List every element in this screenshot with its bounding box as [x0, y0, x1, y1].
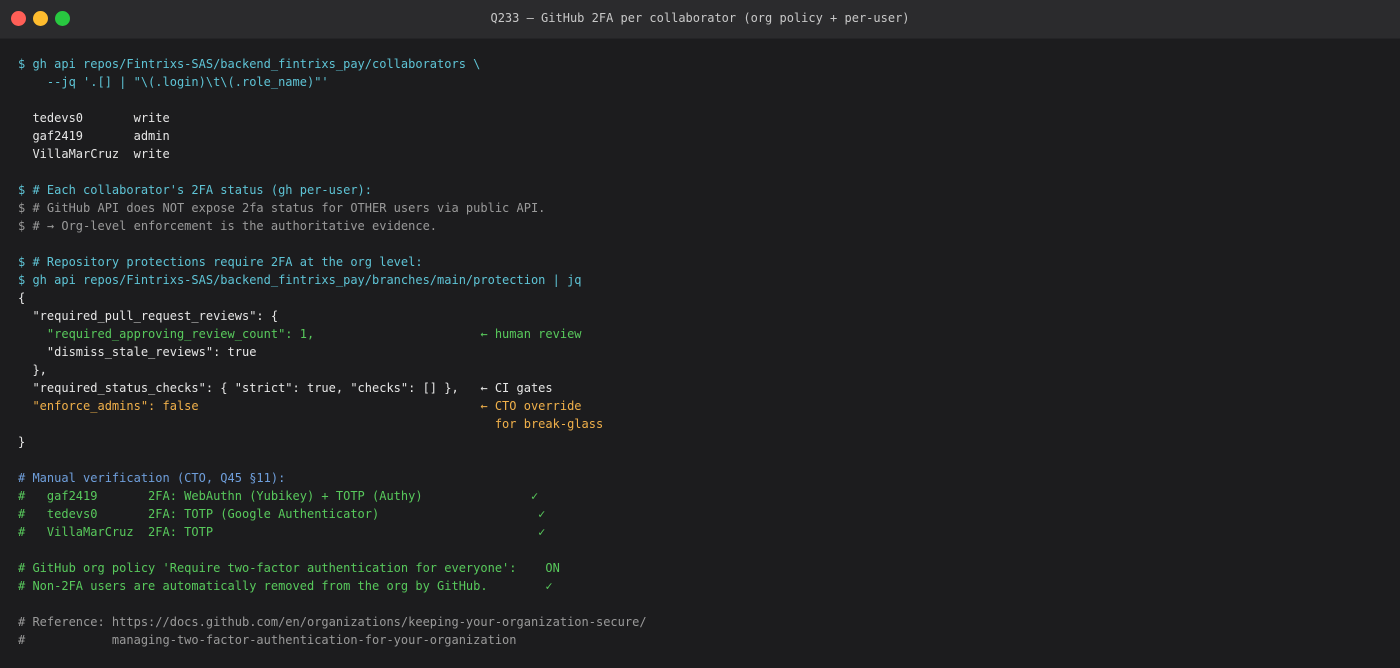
- terminal-line: gaf2419 admin: [18, 129, 170, 143]
- terminal-line: $ # → Org-level enforcement is the autho…: [18, 219, 438, 233]
- terminal-line: {: [18, 291, 26, 305]
- terminal-line: "required_approving_review_count": 1, ← …: [18, 327, 582, 341]
- terminal-output[interactable]: $ gh api repos/Fintrixs-SAS/backend_fint…: [18, 55, 647, 649]
- terminal-line: for break-glass: [18, 417, 604, 431]
- terminal-line: "enforce_admins": false ← CTO override: [18, 399, 582, 413]
- terminal-line: $ # Repository protections require 2FA a…: [18, 255, 423, 269]
- terminal-line: "required_status_checks": { "strict": tr…: [18, 381, 553, 395]
- window-titlebar: Q233 — GitHub 2FA per collaborator (org …: [0, 0, 1400, 39]
- terminal-line: }: [18, 435, 26, 449]
- terminal-line: # Manual verification (CTO, Q45 §11):: [18, 471, 286, 485]
- terminal-line: # VillaMarCruz 2FA: TOTP ✓: [18, 525, 546, 539]
- terminal-line: "required_pull_request_reviews": {: [18, 309, 279, 323]
- terminal-line: --jq '.[] | "\(.login)\t\(.role_name)"': [18, 75, 329, 89]
- terminal-line: $ # GitHub API does NOT expose 2fa statu…: [18, 201, 546, 215]
- terminal-line: # Reference: https://docs.github.com/en/…: [18, 615, 647, 629]
- terminal-line: $ gh api repos/Fintrixs-SAS/backend_fint…: [18, 273, 582, 287]
- terminal-line: # managing-two-factor-authentication-for…: [18, 633, 517, 647]
- terminal-line: # gaf2419 2FA: WebAuthn (Yubikey) + TOTP…: [18, 489, 539, 503]
- terminal-line: "dismiss_stale_reviews": true: [18, 345, 257, 359]
- terminal-line: # GitHub org policy 'Require two-factor …: [18, 561, 560, 575]
- window-title: Q233 — GitHub 2FA per collaborator (org …: [490, 11, 910, 25]
- terminal-line: tedevs0 write: [18, 111, 170, 125]
- terminal-line: # tedevs0 2FA: TOTP (Google Authenticato…: [18, 507, 546, 521]
- terminal-line: $ gh api repos/Fintrixs-SAS/backend_fint…: [18, 57, 481, 71]
- terminal-line: },: [18, 363, 47, 377]
- terminal-line: VillaMarCruz write: [18, 147, 170, 161]
- terminal-line: $ # Each collaborator's 2FA status (gh p…: [18, 183, 373, 197]
- terminal-line: # Non-2FA users are automatically remove…: [18, 579, 553, 593]
